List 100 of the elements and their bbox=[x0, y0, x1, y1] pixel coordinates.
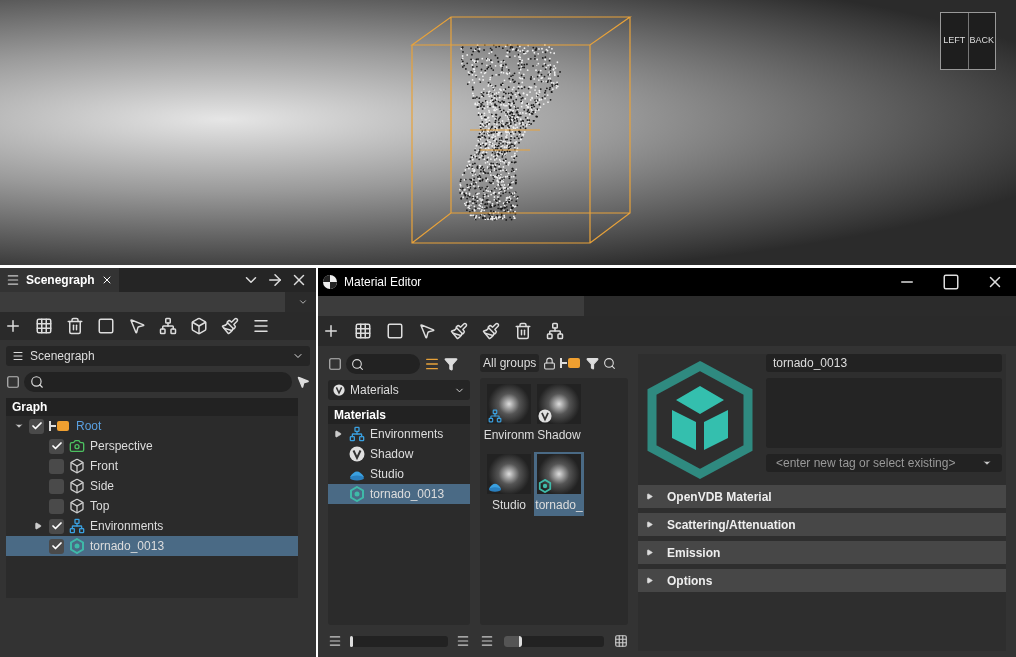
tag-field[interactable]: <enter new tag or select existing> bbox=[766, 454, 1002, 472]
tree-label: Perspective bbox=[90, 438, 153, 455]
tree-row[interactable]: Side bbox=[6, 476, 298, 496]
app-logo-icon bbox=[322, 274, 338, 290]
dock-icon[interactable] bbox=[266, 271, 284, 289]
search-icon bbox=[30, 375, 44, 389]
group-icon[interactable] bbox=[35, 317, 53, 335]
delete-icon[interactable] bbox=[514, 322, 532, 340]
tree-label: Environments bbox=[370, 426, 444, 443]
tree-list-icon bbox=[6, 273, 20, 287]
list-icon[interactable] bbox=[252, 317, 270, 335]
checkbox[interactable] bbox=[49, 518, 64, 534]
pointer-icon[interactable] bbox=[418, 322, 436, 340]
tree-label: Environments bbox=[90, 518, 164, 535]
node-graph-icon[interactable] bbox=[546, 322, 564, 340]
tree-row[interactable]: Shadow bbox=[328, 444, 470, 464]
dropdown-icon[interactable] bbox=[298, 297, 308, 307]
section-header[interactable]: Options bbox=[638, 569, 1006, 592]
environment-icon bbox=[488, 409, 502, 423]
expand-caret-icon bbox=[646, 521, 653, 528]
checkbox[interactable] bbox=[49, 438, 64, 454]
graph-header: Graph bbox=[6, 398, 298, 416]
expand-caret-icon[interactable] bbox=[34, 522, 44, 530]
add-icon[interactable] bbox=[4, 317, 22, 335]
tree-row[interactable]: Environments bbox=[328, 424, 470, 444]
maximize-icon[interactable] bbox=[942, 273, 960, 291]
tree-label: Side bbox=[90, 478, 115, 495]
environment-icon bbox=[349, 426, 365, 442]
add-icon[interactable] bbox=[322, 322, 340, 340]
tree-row[interactable]: tornado_0013 bbox=[6, 536, 298, 556]
thumbnail-label: tornado_ bbox=[535, 497, 583, 514]
collapse-caret-icon[interactable] bbox=[14, 421, 24, 431]
search-field[interactable] bbox=[346, 354, 420, 374]
v-badge-icon bbox=[333, 384, 345, 396]
view-select[interactable]: Scenegraph bbox=[6, 346, 310, 366]
material-thumbnail[interactable]: Environm bbox=[484, 382, 534, 446]
tree-label: tornado_0013 bbox=[90, 538, 165, 555]
search-icon[interactable] bbox=[603, 356, 617, 370]
scenegraph-tab[interactable]: Scenegraph bbox=[0, 268, 119, 292]
tree-row[interactable]: Studio bbox=[328, 464, 470, 484]
volume-icon bbox=[538, 479, 552, 493]
dropdown-icon bbox=[982, 458, 992, 468]
tree-label: Root bbox=[76, 418, 102, 435]
tree-row[interactable]: Environments bbox=[6, 516, 298, 536]
section-header[interactable]: Emission bbox=[638, 541, 1006, 564]
expand-caret-icon[interactable] bbox=[334, 430, 344, 438]
tree-row[interactable]: tornado_0013 bbox=[328, 484, 470, 504]
checkbox[interactable] bbox=[49, 458, 64, 474]
checkbox[interactable] bbox=[29, 418, 44, 434]
select-icon[interactable] bbox=[386, 322, 404, 340]
pointer-icon[interactable] bbox=[128, 317, 146, 335]
zoom-slider[interactable] bbox=[350, 635, 448, 647]
zoom-slider[interactable] bbox=[504, 635, 604, 647]
view-cube[interactable]: LEFT BACK bbox=[940, 12, 996, 70]
camera-icon bbox=[69, 438, 85, 454]
groups-select[interactable]: All groups bbox=[480, 354, 540, 372]
thumbnail-label: Studio bbox=[492, 497, 526, 514]
cube-icon bbox=[69, 478, 85, 494]
group-view-icon[interactable] bbox=[424, 356, 440, 372]
list-view-icon[interactable] bbox=[328, 634, 342, 648]
v-badge-icon bbox=[538, 409, 552, 423]
filter-funnel-icon[interactable] bbox=[444, 357, 458, 371]
pointer-icon[interactable] bbox=[296, 375, 310, 389]
lock-icon[interactable] bbox=[543, 356, 557, 370]
window-title: Material Editor bbox=[344, 274, 422, 291]
checkbox[interactable] bbox=[49, 498, 64, 514]
cube-icon bbox=[69, 458, 85, 474]
thumbnail-label: Environm bbox=[483, 427, 535, 444]
v-badge-icon bbox=[349, 446, 365, 462]
tree-view-icon[interactable] bbox=[456, 634, 470, 648]
filter-funnel-icon[interactable] bbox=[586, 356, 600, 370]
cube-face-label: BACK bbox=[968, 34, 995, 48]
cube-icon bbox=[69, 498, 85, 514]
select-icon[interactable] bbox=[97, 317, 115, 335]
tree-label: tornado_0013 bbox=[370, 486, 445, 503]
delete-icon[interactable] bbox=[66, 317, 84, 335]
section-header[interactable]: Scattering/Attenuation bbox=[638, 513, 1006, 536]
material-thumbnail[interactable]: tornado_ bbox=[534, 452, 584, 516]
tree-label: Top bbox=[90, 498, 110, 515]
root-node-icon bbox=[49, 419, 71, 433]
section-header[interactable]: OpenVDB Material bbox=[638, 485, 1006, 508]
checkbox[interactable] bbox=[49, 538, 64, 554]
hierarchy-icon[interactable] bbox=[159, 317, 177, 335]
grid-view-icon[interactable] bbox=[614, 634, 628, 648]
tree-row[interactable]: Top bbox=[6, 496, 298, 516]
tree-row[interactable]: Root bbox=[6, 416, 298, 436]
brush-icon[interactable] bbox=[221, 317, 239, 335]
material-name-field[interactable]: tornado_0013 bbox=[766, 354, 1002, 372]
volume-icon bbox=[349, 486, 365, 502]
tree-list-icon bbox=[12, 350, 24, 362]
search-field[interactable] bbox=[24, 372, 292, 392]
materials-select[interactable]: Materials bbox=[328, 380, 470, 400]
cube-face-label: LEFT bbox=[941, 13, 969, 69]
tree-row[interactable]: Front bbox=[6, 456, 298, 476]
material-thumbnail[interactable]: Studio bbox=[484, 452, 534, 516]
checkbox[interactable] bbox=[49, 478, 64, 494]
expand-caret-icon bbox=[646, 493, 653, 500]
material-thumbnail[interactable]: Shadow bbox=[534, 382, 584, 446]
tree-row[interactable]: Perspective bbox=[6, 436, 298, 456]
list-view-icon[interactable] bbox=[480, 634, 494, 648]
